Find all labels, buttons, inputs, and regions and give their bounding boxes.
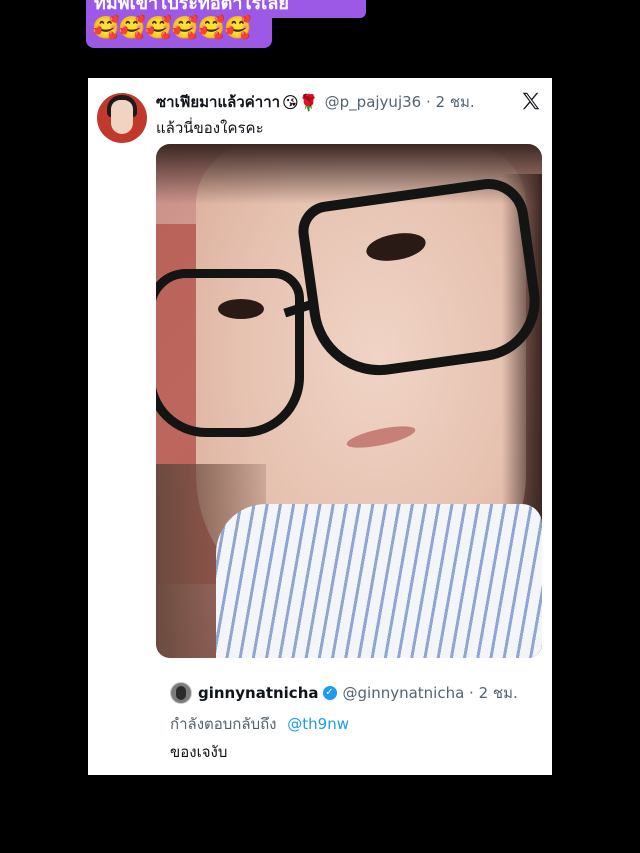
quoted-handle-and-time[interactable]: @ginnynatnicha · 2 ชม.	[343, 681, 518, 705]
quoted-header: ginnynatnicha ✓ @ginnynatnicha · 2 ชม.	[170, 681, 518, 705]
overlay-caption-emojis: 🥰🥰🥰🥰🥰🥰	[86, 12, 272, 48]
handle-and-time[interactable]: @p_pajyuj36 · 2 ชม.	[325, 90, 475, 114]
x-logo-icon[interactable]	[520, 90, 542, 112]
verified-badge-icon: ✓	[322, 686, 337, 700]
tweet-header: ซาเฟียมาแล้วค่าาา 😘🌹 @p_pajyuj36 · 2 ชม.	[156, 90, 475, 114]
tweet-photo[interactable]	[156, 144, 542, 658]
display-name[interactable]: ซาเฟียมาแล้วค่าาา	[156, 90, 280, 114]
name-emojis: 😘🌹	[282, 92, 319, 112]
tweet-card[interactable]: ซาเฟียมาแล้วค่าาา 😘🌹 @p_pajyuj36 · 2 ชม.…	[88, 78, 552, 775]
quoted-display-name[interactable]: ginnynatnicha	[198, 684, 319, 702]
reply-prefix: กำลังตอบกลับถึง	[170, 715, 277, 733]
quoted-avatar[interactable]	[170, 682, 192, 704]
tweet-text: แล้วนี่ของใครคะ	[156, 119, 264, 137]
avatar[interactable]	[97, 93, 147, 143]
reply-mention-link[interactable]: @th9nw	[287, 715, 349, 733]
quoted-tweet[interactable]: ginnynatnicha ✓ @ginnynatnicha · 2 ชม. ก…	[156, 666, 542, 775]
quoted-text: ของเจงับ	[170, 743, 228, 761]
reply-to-line: กำลังตอบกลับถึง @th9nw	[170, 712, 349, 736]
